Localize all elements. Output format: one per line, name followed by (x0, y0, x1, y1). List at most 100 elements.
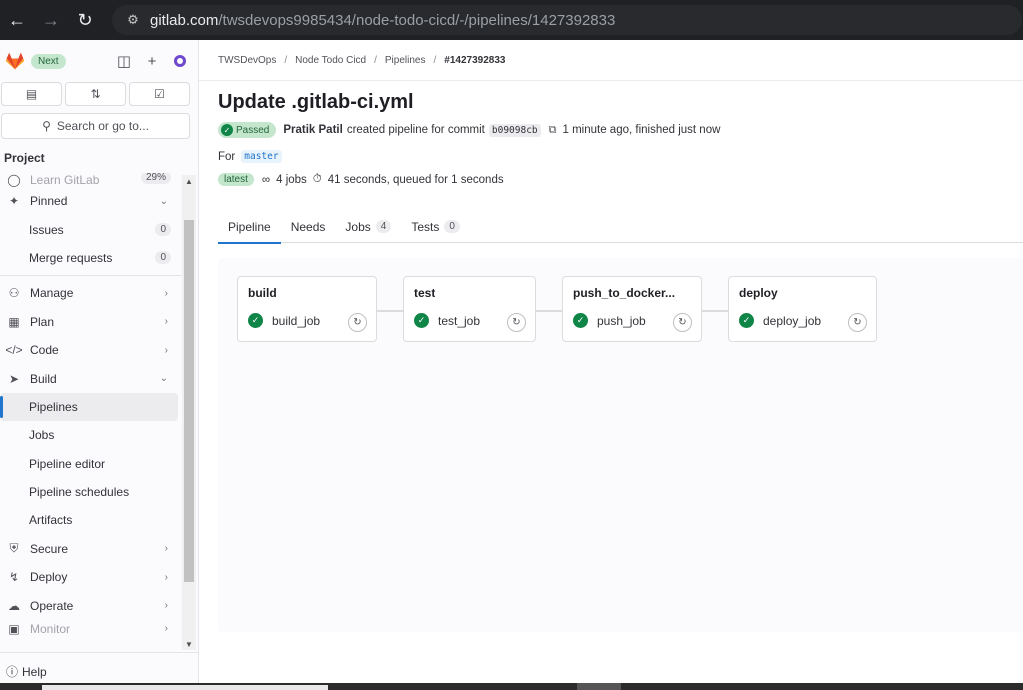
taskbar (0, 683, 1023, 690)
search-icon: ⚲ (42, 119, 51, 133)
check-circle-icon: ✓ (414, 313, 429, 328)
tab-label: Pipeline (228, 219, 271, 234)
forward-arrow-icon[interactable]: → (34, 0, 68, 40)
sidebar-item-deploy[interactable]: ↯ Deploy › (0, 563, 182, 591)
job-deploy[interactable]: ✓ deploy_job (739, 313, 821, 328)
sidebar-item-merge-requests[interactable]: Merge requests 0 (0, 244, 182, 272)
sidebar-item-learn-gitlab[interactable]: ◯ Learn GitLab 29% (0, 173, 182, 187)
sidebar-item-artifacts[interactable]: Artifacts (0, 506, 182, 534)
sidebar-scrollbar[interactable]: ▲ ▼ (182, 175, 196, 650)
copy-icon[interactable]: ⧉ (549, 124, 557, 137)
check-circle-icon: ✓ (739, 313, 754, 328)
merge-requests-shortcut-button[interactable]: ⇅ (65, 82, 126, 106)
search-button[interactable]: ⚲ Search or go to... (1, 113, 190, 139)
status-label: Passed (236, 124, 270, 136)
pipeline-graph: build ✓ build_job ↻ test ✓ test_job ↻ pu… (218, 258, 1023, 632)
help-label: Help (22, 664, 47, 679)
retry-icon[interactable]: ↻ (507, 313, 526, 332)
stage-name: deploy (739, 286, 778, 300)
sidebar-item-code[interactable]: </> Code › (0, 336, 182, 364)
breadcrumb-item[interactable]: Node Todo Cicd (295, 55, 366, 66)
stage-connector (535, 310, 562, 312)
next-badge[interactable]: Next (31, 53, 66, 69)
chevron-right-icon: › (164, 571, 168, 583)
pipeline-stats: latest ∞ 4 jobs ⏱ 41 seconds, queued for… (218, 173, 504, 186)
timer-icon: ⏱ (312, 173, 322, 185)
site-settings-icon[interactable]: ⚙ (122, 9, 144, 31)
created-text: created pipeline for commit (346, 124, 485, 136)
sidebar-item-jobs[interactable]: Jobs (0, 421, 182, 449)
pin-icon: ✦ (8, 194, 20, 209)
bulb-icon: ◯ (7, 173, 21, 187)
pipeline-meta: ✓ Passed Pratik Patil created pipeline f… (218, 122, 720, 138)
reload-icon[interactable]: ↻ (68, 0, 102, 40)
scroll-down-arrow-icon[interactable]: ▼ (182, 638, 196, 650)
stage-test: test ✓ test_job ↻ (403, 276, 536, 342)
retry-icon[interactable]: ↻ (348, 313, 367, 332)
chevron-right-icon: › (164, 600, 168, 612)
avatar[interactable] (172, 51, 188, 71)
stage-deploy: deploy ✓ deploy_job ↻ (728, 276, 877, 342)
duration-text: 41 seconds, queued for 1 seconds (327, 173, 504, 186)
sidebar-item-pipelines[interactable]: Pipelines (0, 392, 178, 422)
address-bar[interactable]: ⚙ gitlab.com/twsdevops9985434/node-todo-… (112, 5, 1022, 35)
sidebar-item-pinned[interactable]: ✦ Pinned ⌄ (0, 187, 182, 215)
job-name: test_job (438, 313, 481, 328)
check-circle-icon: ✓ (221, 124, 233, 136)
sidebar-item-label: Secure (30, 541, 69, 556)
sidebar-item-build[interactable]: ➤ Build ⌄ (0, 364, 182, 392)
chevron-right-icon: › (164, 543, 168, 555)
stage-name: push_to_docker... (573, 286, 676, 300)
tab-tests[interactable]: Tests 0 (401, 210, 470, 243)
stage-build: build ✓ build_job ↻ (237, 276, 377, 342)
chevron-down-icon: ⌄ (159, 195, 168, 207)
sidebar-item-label: Deploy (30, 570, 68, 585)
sidebar-item-manage[interactable]: ⚇ Manage › (0, 279, 182, 307)
code-icon: </> (5, 343, 23, 358)
tab-pipeline[interactable]: Pipeline (218, 210, 281, 244)
sidebar-item-label: Artifacts (29, 513, 73, 528)
breadcrumb-item[interactable]: TWSDevOps (218, 55, 276, 66)
job-test[interactable]: ✓ test_job (414, 313, 480, 328)
sidebar-toggle-icon[interactable]: ◫ (116, 51, 132, 71)
back-arrow-icon[interactable]: ← (0, 0, 34, 40)
branch-link[interactable]: master (241, 150, 282, 163)
retry-icon[interactable]: ↻ (848, 313, 867, 332)
count-badge: 0 (155, 223, 171, 237)
learn-progress-badge: 29% (140, 173, 171, 184)
browser-toolbar: ← → ↻ ⚙ gitlab.com/twsdevops9985434/node… (0, 0, 1023, 40)
status-badge[interactable]: ✓ Passed (218, 122, 277, 138)
url-host: gitlab.com (150, 11, 219, 29)
retry-icon[interactable]: ↻ (673, 313, 692, 332)
tab-label: Tests (411, 219, 440, 234)
breadcrumb-separator: / (374, 55, 377, 66)
breadcrumb-current[interactable]: #1427392833 (444, 55, 505, 66)
url-path: /twsdevops9985434/node-todo-cicd/-/pipel… (218, 11, 616, 29)
breadcrumb-item[interactable]: Pipelines (385, 55, 426, 66)
job-build[interactable]: ✓ build_job (248, 313, 320, 328)
commit-sha[interactable]: b09098cb (488, 123, 541, 137)
sidebar-item-issues[interactable]: Issues 0 (0, 215, 182, 243)
job-push[interactable]: ✓ push_job (573, 313, 646, 328)
sidebar-item-plan[interactable]: ▦ Plan › (0, 308, 182, 336)
sidebar-item-operate[interactable]: ☁ Operate › (0, 591, 182, 619)
plus-icon[interactable]: + (144, 51, 160, 71)
sidebar-item-monitor[interactable]: ▣ Monitor › (0, 620, 182, 638)
breadcrumb-separator: / (433, 55, 437, 66)
sidebar: Next ◫ + ▤ ⇅ ☑ ⚲ Search or go to... Proj… (0, 40, 199, 690)
sidebar-item-pipeline-editor[interactable]: Pipeline editor (0, 450, 182, 478)
tab-jobs[interactable]: Jobs 4 (335, 210, 401, 243)
sidebar-item-secure[interactable]: ⛨ Secure › (0, 535, 182, 563)
author-link[interactable]: Pratik Patil (283, 124, 342, 136)
issues-shortcut-button[interactable]: ▤ (1, 82, 62, 106)
count-badge: 4 (375, 220, 392, 233)
sidebar-item-pipeline-schedules[interactable]: Pipeline schedules (0, 478, 182, 506)
deploy-icon: ↯ (8, 570, 20, 585)
tab-needs[interactable]: Needs (281, 210, 336, 243)
scroll-up-arrow-icon[interactable]: ▲ (182, 175, 196, 187)
sidebar-item-label: Manage (30, 286, 74, 301)
sidebar-item-label: Issues (29, 222, 64, 237)
todos-shortcut-button[interactable]: ☑ (129, 82, 190, 106)
scroll-thumb[interactable] (184, 220, 194, 582)
gitlab-logo-icon[interactable] (5, 51, 25, 71)
